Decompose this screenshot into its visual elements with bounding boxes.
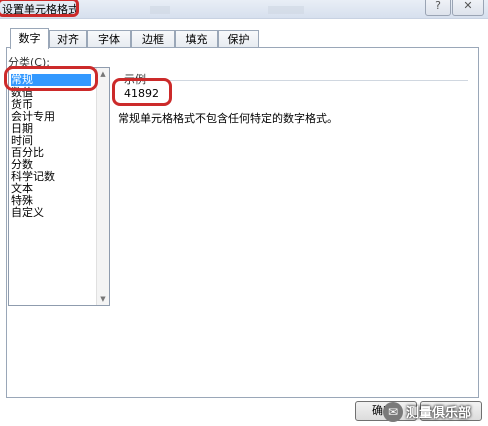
scroll-up-icon[interactable]: ▲ xyxy=(97,68,109,80)
tab-protection[interactable]: 保护 xyxy=(218,30,259,47)
tab-alignment[interactable]: 对齐 xyxy=(49,30,87,47)
title-decoration xyxy=(268,6,304,14)
watermark-text: 测量俱乐部 xyxy=(406,406,472,421)
tab-number[interactable]: 数字 xyxy=(10,28,49,49)
tab-border[interactable]: 边框 xyxy=(131,30,175,47)
tab-font[interactable]: 字体 xyxy=(87,30,131,47)
title-highlight-annotation xyxy=(0,0,79,17)
category-item-custom[interactable]: 自定义 xyxy=(11,207,44,219)
category-highlight-annotation xyxy=(4,66,98,91)
category-scrollbar[interactable]: ▲ ▼ xyxy=(96,68,109,305)
format-description: 常规单元格格式不包含任何特定的数字格式。 xyxy=(118,112,338,125)
sample-highlight-annotation xyxy=(112,78,172,106)
tab-fill[interactable]: 填充 xyxy=(175,30,218,47)
category-list[interactable]: 常规 数值 货币 会计专用 日期 时间 百分比 分数 科学记数 文本 特殊 自定… xyxy=(8,67,110,306)
wechat-icon: ✉ xyxy=(383,401,403,422)
title-decoration xyxy=(150,6,170,14)
scroll-down-icon[interactable]: ▼ xyxy=(97,293,109,305)
watermark: ✉ 测量俱乐部 xyxy=(383,397,488,426)
close-button[interactable]: ✕ xyxy=(452,0,484,16)
sample-divider xyxy=(124,80,468,81)
help-button[interactable]: ? xyxy=(425,0,451,16)
